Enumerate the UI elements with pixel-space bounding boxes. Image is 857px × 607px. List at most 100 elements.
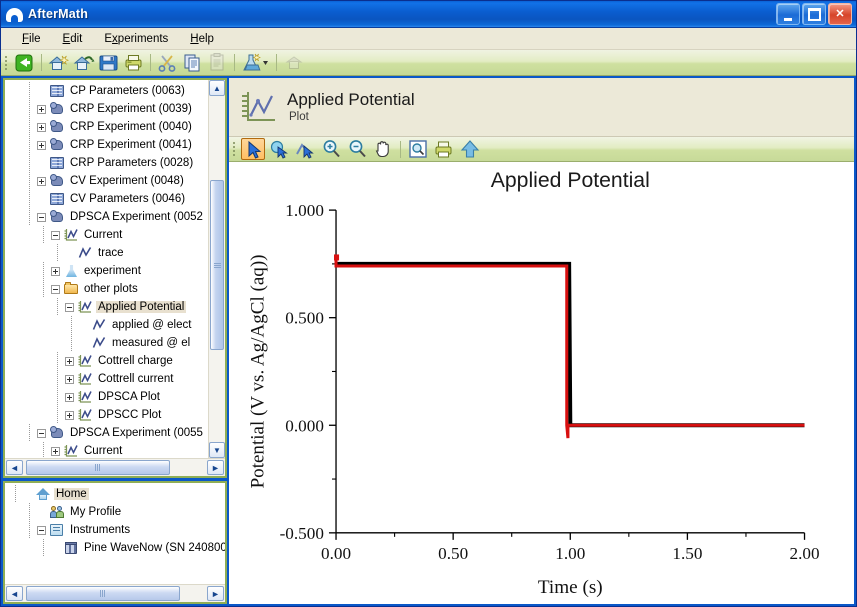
tree-item-applied-potential[interactable]: Applied Potential	[5, 298, 208, 316]
archive-tree-hscrollbar[interactable]: ◄ ►	[5, 458, 225, 476]
tree-item-pine-wavenow-sn-2408004[interactable]: Pine WaveNow (SN 2408004)	[5, 539, 225, 557]
scroll-down-icon[interactable]: ▼	[209, 442, 225, 458]
tree-item-crp-experiment-0039[interactable]: CRP Experiment (0039)	[5, 100, 208, 118]
tree-item-crp-parameters-0028[interactable]: CRP Parameters (0028)	[5, 154, 208, 172]
tree-item-label: Current	[84, 445, 123, 457]
home-hscroll-track[interactable]	[24, 586, 206, 601]
menu-file[interactable]: File	[11, 31, 52, 47]
tree-expander[interactable]	[65, 392, 74, 402]
tree-item-cv-experiment-0048[interactable]: CV Experiment (0048)	[5, 172, 208, 190]
tree-item-crp-experiment-0040[interactable]: CRP Experiment (0040)	[5, 118, 208, 136]
plot-toolbar-grip[interactable]	[232, 141, 237, 158]
back-icon[interactable]	[13, 52, 36, 73]
tree-item-home[interactable]: Home	[5, 485, 225, 503]
trace-icon	[91, 317, 107, 333]
archive-tree-vscrollbar[interactable]: ▲ ▼	[208, 80, 225, 458]
tree-item-cv-parameters-0046[interactable]: CV Parameters (0046)	[5, 190, 208, 208]
tree-collapser[interactable]	[37, 212, 46, 222]
hscroll-thumb[interactable]	[26, 460, 170, 475]
tree-expander-spacer	[79, 339, 88, 348]
tree-item-applied-elect[interactable]: applied @ elect	[5, 316, 208, 334]
menu-experiments[interactable]: Experiments	[93, 31, 179, 47]
tree-guide	[11, 485, 20, 503]
home-tree-hscrollbar[interactable]: ◄ ►	[5, 584, 225, 602]
tree-collapser[interactable]	[37, 525, 46, 535]
tree-expander[interactable]	[65, 410, 74, 420]
tree-item-other-plots[interactable]: other plots	[5, 280, 208, 298]
tree-expander[interactable]	[51, 446, 60, 456]
tree-item-label: DPSCA Experiment (0052	[70, 211, 203, 223]
plot-icon	[77, 371, 93, 387]
toolbar-separator-3	[234, 54, 235, 71]
chart-panel[interactable]: Applied Potential -0.500 0.000 0.500 1.000 0.…	[229, 162, 854, 604]
tree-item-dpsca-experiment-0052[interactable]: DPSCA Experiment (0052	[5, 208, 208, 226]
scroll-up-icon[interactable]: ▲	[209, 80, 225, 96]
tree-collapser[interactable]	[37, 428, 46, 438]
print-plot-icon[interactable]	[432, 138, 456, 160]
menu-experiments-rest: periments	[117, 32, 169, 45]
maximize-button[interactable]	[802, 3, 826, 25]
home-plot-icon[interactable]	[458, 138, 482, 160]
copy-icon[interactable]	[181, 52, 204, 73]
tree-item-dpsca-plot[interactable]: DPSCA Plot	[5, 388, 208, 406]
tree-item-dpsca-experiment-0055[interactable]: DPSCA Experiment (0055	[5, 424, 208, 442]
device-icon	[63, 540, 79, 556]
tree-item-current[interactable]: Current	[5, 226, 208, 244]
tree-item-cottrell-charge[interactable]: Cottrell charge	[5, 352, 208, 370]
tree-collapser[interactable]	[65, 302, 74, 312]
x-tick-label: 2.00	[790, 544, 820, 563]
tree-expander[interactable]	[37, 104, 46, 114]
pick-curve-icon[interactable]	[293, 138, 317, 160]
pan-hand-icon[interactable]	[371, 138, 395, 160]
tree-collapser[interactable]	[51, 284, 60, 294]
tree-item-label: My Profile	[70, 506, 122, 518]
new-archive-icon[interactable]	[47, 52, 70, 73]
save-icon[interactable]	[97, 52, 120, 73]
tree-expander[interactable]	[51, 266, 60, 276]
tree-item-measured-el[interactable]: measured @ el	[5, 334, 208, 352]
minimize-button[interactable]	[776, 3, 800, 25]
tree-expander[interactable]	[65, 356, 74, 366]
hand-icon	[49, 209, 65, 225]
cut-icon[interactable]	[156, 52, 179, 73]
chart-title: Applied Potential	[491, 169, 650, 192]
tree-expander[interactable]	[65, 374, 74, 384]
toolbar-grip[interactable]	[4, 54, 9, 71]
tree-collapser[interactable]	[51, 230, 60, 240]
home-scroll-right-icon[interactable]: ►	[207, 586, 224, 601]
tree-expander[interactable]	[37, 122, 46, 132]
zoom-out-icon[interactable]	[345, 138, 369, 160]
tree-item-dpscc-plot[interactable]: DPSCC Plot	[5, 406, 208, 424]
open-archive-icon[interactable]	[72, 52, 95, 73]
tree-item-cottrell-current[interactable]: Cottrell current	[5, 370, 208, 388]
hscroll-track[interactable]	[24, 460, 206, 475]
home-tree[interactable]: Home My Profile Instruments Pine WaveNow (S…	[5, 483, 225, 584]
zoom-fit-icon[interactable]	[406, 138, 430, 160]
document-panel: Applied Potential Plot Applied Potential…	[229, 78, 854, 604]
home-scroll-left-icon[interactable]: ◄	[6, 586, 23, 601]
tree-expander[interactable]	[37, 140, 46, 150]
zoom-in-icon[interactable]	[319, 138, 343, 160]
tree-guide	[53, 352, 62, 370]
archive-tree[interactable]: CP Parameters (0063) CRP Experiment (0039…	[5, 80, 208, 458]
tree-item-experiment[interactable]: experiment	[5, 262, 208, 280]
close-button[interactable]: ✕	[828, 3, 852, 25]
print-icon[interactable]	[122, 52, 145, 73]
new-experiment-icon[interactable]	[240, 52, 271, 73]
scroll-left-icon[interactable]: ◄	[6, 460, 23, 475]
menu-edit[interactable]: Edit	[52, 31, 94, 47]
scroll-right-icon[interactable]: ►	[207, 460, 224, 475]
tree-item-trace[interactable]: trace	[5, 244, 208, 262]
select-arrow-icon[interactable]	[241, 138, 265, 160]
tree-item-current[interactable]: Current	[5, 442, 208, 458]
tree-item-cp-parameters-0063[interactable]: CP Parameters (0063)	[5, 82, 208, 100]
home-hscroll-thumb[interactable]	[26, 586, 180, 601]
tree-item-instruments[interactable]: Instruments	[5, 521, 225, 539]
menu-help[interactable]: Help	[179, 31, 225, 47]
tree-item-my-profile[interactable]: My Profile	[5, 503, 225, 521]
tree-guide	[39, 262, 48, 280]
vscroll-thumb[interactable]	[210, 180, 224, 350]
pick-point-icon[interactable]	[267, 138, 291, 160]
tree-expander[interactable]	[37, 176, 46, 186]
tree-item-crp-experiment-0041[interactable]: CRP Experiment (0041)	[5, 136, 208, 154]
